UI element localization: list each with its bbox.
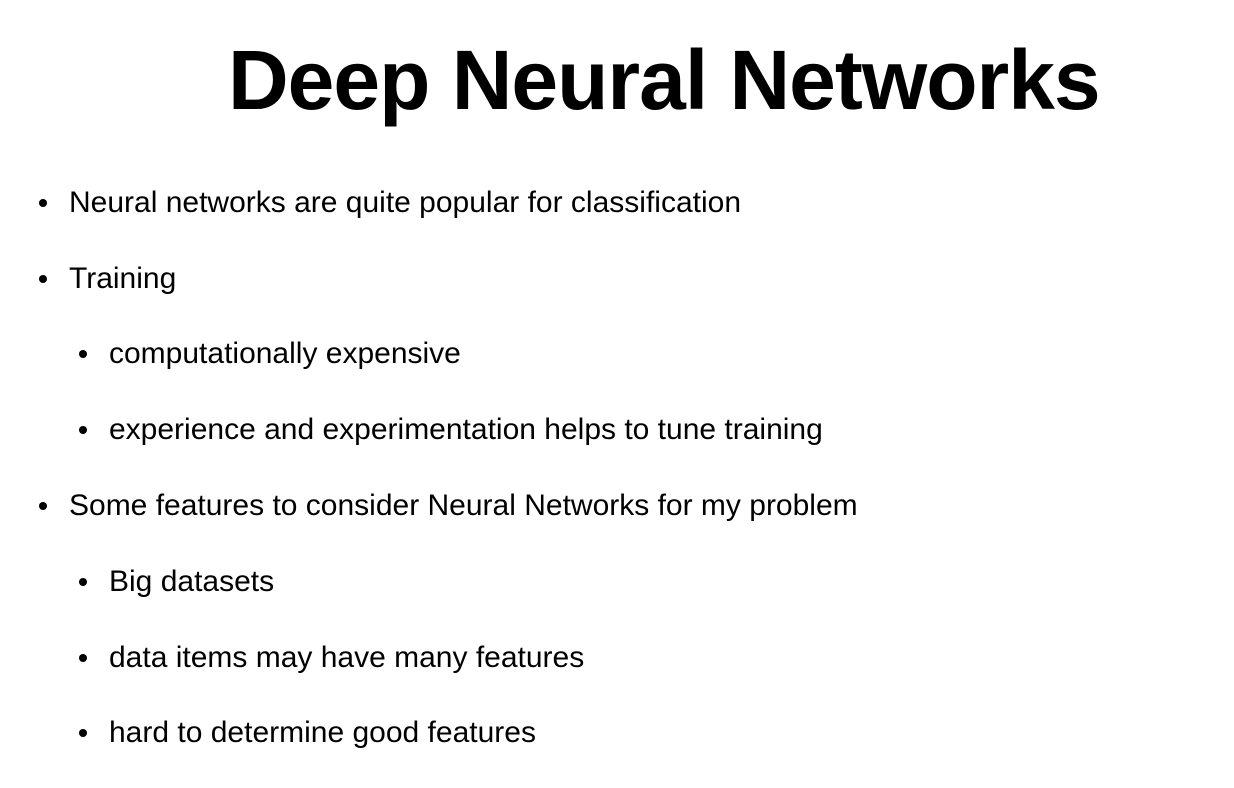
bullet-dot-icon	[39, 502, 47, 510]
sub-bullet-text: data items may have many features	[109, 641, 585, 674]
bullet-dot-icon	[79, 578, 87, 586]
slide: Deep Neural Networks Neural networks are…	[0, 0, 1234, 788]
bullet-dot-icon	[79, 654, 87, 662]
bullet-item: Training	[0, 259, 1234, 299]
bullet-dot-icon	[79, 350, 87, 358]
slide-title: Deep Neural Networks	[0, 30, 1234, 130]
bullet-text: Neural networks are quite popular for cl…	[69, 186, 741, 219]
sub-bullet-text: hard to determine good features	[109, 716, 536, 749]
bullet-dot-icon	[39, 275, 47, 283]
bullet-dot-icon	[79, 729, 87, 737]
bullet-dot-icon	[79, 426, 87, 434]
sub-bullet-text: Big datasets	[109, 565, 275, 598]
bullet-item: Some features to consider Neural Network…	[0, 486, 1234, 526]
sub-bullet-text: experience and experimentation helps to …	[109, 413, 823, 446]
sub-bullet-item: Big datasets	[0, 562, 1234, 602]
sub-bullet-item: computationally expensive	[0, 334, 1234, 374]
sub-bullet-text: computationally expensive	[109, 337, 461, 370]
slide-title-text: Deep Neural Networks	[228, 33, 1101, 127]
sub-bullet-item: hard to determine good features	[0, 713, 1234, 753]
sub-bullet-item: data items may have many features	[0, 638, 1234, 678]
bullet-text: Training	[69, 262, 177, 295]
bullet-item: Neural networks are quite popular for cl…	[0, 183, 1234, 223]
bullet-text: Some features to consider Neural Network…	[69, 489, 858, 522]
sub-bullet-item: experience and experimentation helps to …	[0, 410, 1234, 450]
bullet-dot-icon	[39, 199, 47, 207]
